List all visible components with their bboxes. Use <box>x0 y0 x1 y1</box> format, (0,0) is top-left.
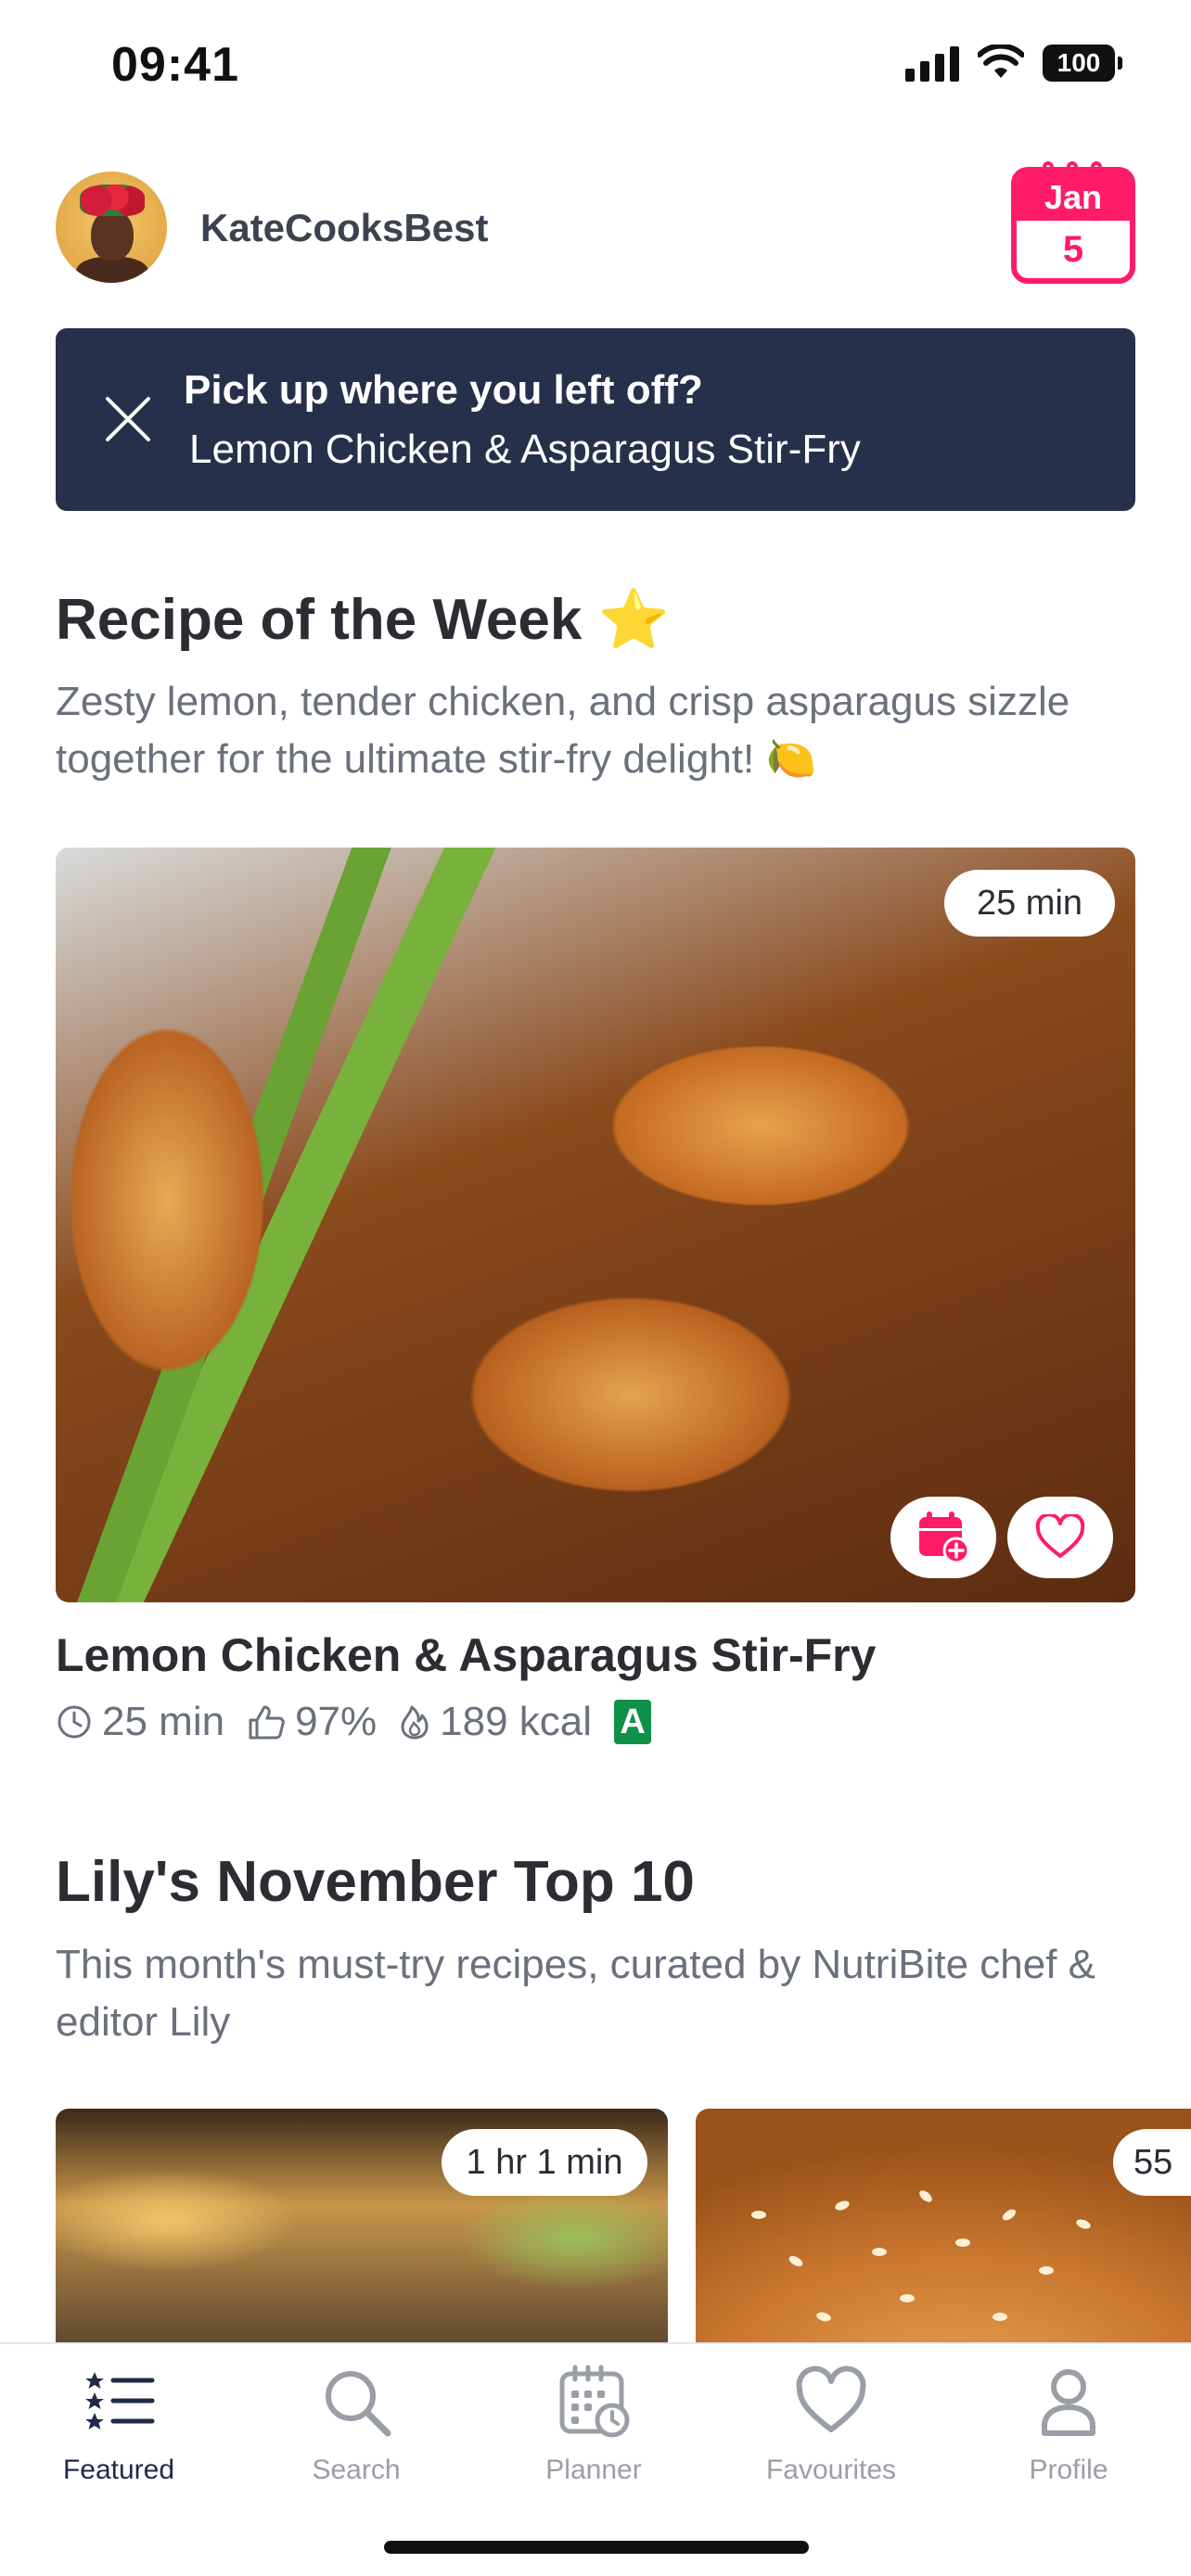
resume-recipe: Lemon Chicken & Asparagus Stir-Fry <box>189 427 861 472</box>
top10-description: This month's must-try recipes, curated b… <box>56 1942 1096 2045</box>
recipe-calories: 189 kcal <box>440 1699 593 1744</box>
clock-icon <box>58 1705 91 1739</box>
tab-favourites-label: Favourites <box>765 2455 897 2485</box>
thumbs-up-icon <box>249 1705 285 1740</box>
add-to-planner-button[interactable] <box>890 1497 996 1578</box>
top10-title: Lily's November Top 10 <box>56 1850 695 1914</box>
resume-banner[interactable]: Pick up where you left off? Lemon Chicke… <box>56 328 1135 511</box>
tab-profile[interactable]: Profile <box>967 2363 1171 2486</box>
tab-planner-label: Planner <box>545 2455 642 2485</box>
battery-icon: 100 <box>1043 45 1122 82</box>
date-calendar-button[interactable]: Jan 5 <box>1011 167 1135 284</box>
avatar[interactable] <box>56 172 167 283</box>
tab-favourites[interactable]: Favourites <box>729 2363 933 2486</box>
search-icon <box>326 2371 391 2437</box>
tab-featured-label: Featured <box>62 2455 175 2485</box>
heart-icon <box>1035 1514 1085 1558</box>
duration-badge: 25 min <box>944 870 1115 937</box>
top10-card[interactable]: 1 hr 1 min <box>56 2109 668 2350</box>
calendar-add-icon <box>919 1511 970 1564</box>
planner-calendar-icon <box>559 2365 630 2438</box>
wifi-icon <box>978 45 1024 78</box>
top10-card[interactable]: 55 <box>696 2109 1191 2350</box>
favourite-button[interactable] <box>1007 1497 1113 1578</box>
card-duration-badge: 55 <box>1113 2129 1191 2196</box>
resume-title: Pick up where you left off? <box>184 367 703 413</box>
card-duration-badge: 1 hr 1 min <box>442 2129 647 2196</box>
status-bar: 09:41 100 <box>0 0 1191 139</box>
recipe-time: 25 min <box>102 1699 225 1744</box>
profile-icon <box>1042 2369 1095 2436</box>
recipe-meta: 25 min 97% 189 kcal A <box>56 1699 652 1745</box>
recipe-name[interactable]: Lemon Chicken & Asparagus Stir-Fry <box>56 1628 876 1682</box>
tab-search-label: Search <box>312 2455 401 2485</box>
status-time: 09:41 <box>111 38 239 92</box>
username[interactable]: KateCooksBest <box>200 206 488 250</box>
cellular-signal-icon <box>905 45 959 82</box>
recipe-hero-image[interactable]: 25 min <box>56 848 1135 1602</box>
recipe-rating: 97% <box>295 1699 378 1744</box>
calendar-day: 5 <box>1062 229 1084 270</box>
nutri-score-badge: A <box>614 1700 652 1744</box>
status-icons: 100 <box>905 45 1122 82</box>
tab-profile-label: Profile <box>1029 2455 1108 2485</box>
heart-icon <box>796 2366 866 2432</box>
calendar-month: Jan <box>1017 172 1130 221</box>
recipe-of-week-description: Zesty lemon, tender chicken, and crisp a… <box>56 679 1070 782</box>
close-icon[interactable] <box>98 389 158 449</box>
recipe-of-week-title: Recipe of the Week ⭐ <box>56 588 670 652</box>
tab-planner[interactable]: Planner <box>492 2363 696 2486</box>
tab-search[interactable]: Search <box>254 2363 458 2486</box>
home-indicator <box>384 2541 809 2554</box>
flame-icon <box>401 1705 429 1740</box>
tab-featured[interactable]: Featured <box>17 2363 221 2486</box>
featured-list-icon <box>85 2372 155 2429</box>
